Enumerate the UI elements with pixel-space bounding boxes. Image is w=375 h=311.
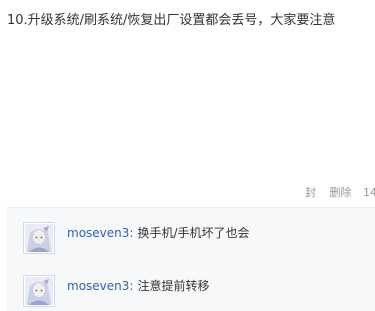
comment-text: 换手机/手机坏了也会: [137, 226, 250, 240]
avatar[interactable]: [23, 222, 55, 254]
comment-username[interactable]: moseven3: [67, 226, 129, 240]
anime-character-avatar-icon: [25, 224, 53, 252]
comment-separator: :: [129, 279, 134, 293]
comment-item: moseven3: 注意提前转移: [23, 275, 373, 311]
post-text: 10.升级系统/刷系统/恢复出厂设置都会丢号，大家要注意: [7, 13, 336, 28]
avatar[interactable]: [23, 275, 55, 307]
comment-text: 注意提前转移: [137, 279, 210, 293]
comment-item: moseven3: 换手机/手机坏了也会: [23, 222, 373, 258]
comment-separator: :: [129, 226, 134, 240]
comment-username[interactable]: moseven3: [67, 279, 129, 293]
comment-content: moseven3: 换手机/手机坏了也会: [67, 225, 249, 241]
block-button[interactable]: 封: [305, 186, 316, 199]
post-time: 14: [363, 186, 375, 199]
comment-content: moseven3: 注意提前转移: [67, 278, 209, 294]
anime-character-avatar-icon: [25, 277, 53, 305]
delete-button[interactable]: 删除: [330, 186, 352, 199]
post-actions: 封 删除 14: [305, 185, 375, 201]
comment-list: moseven3: 换手机/手机坏了也会 moseven3: 注意提前转移: [7, 207, 375, 311]
